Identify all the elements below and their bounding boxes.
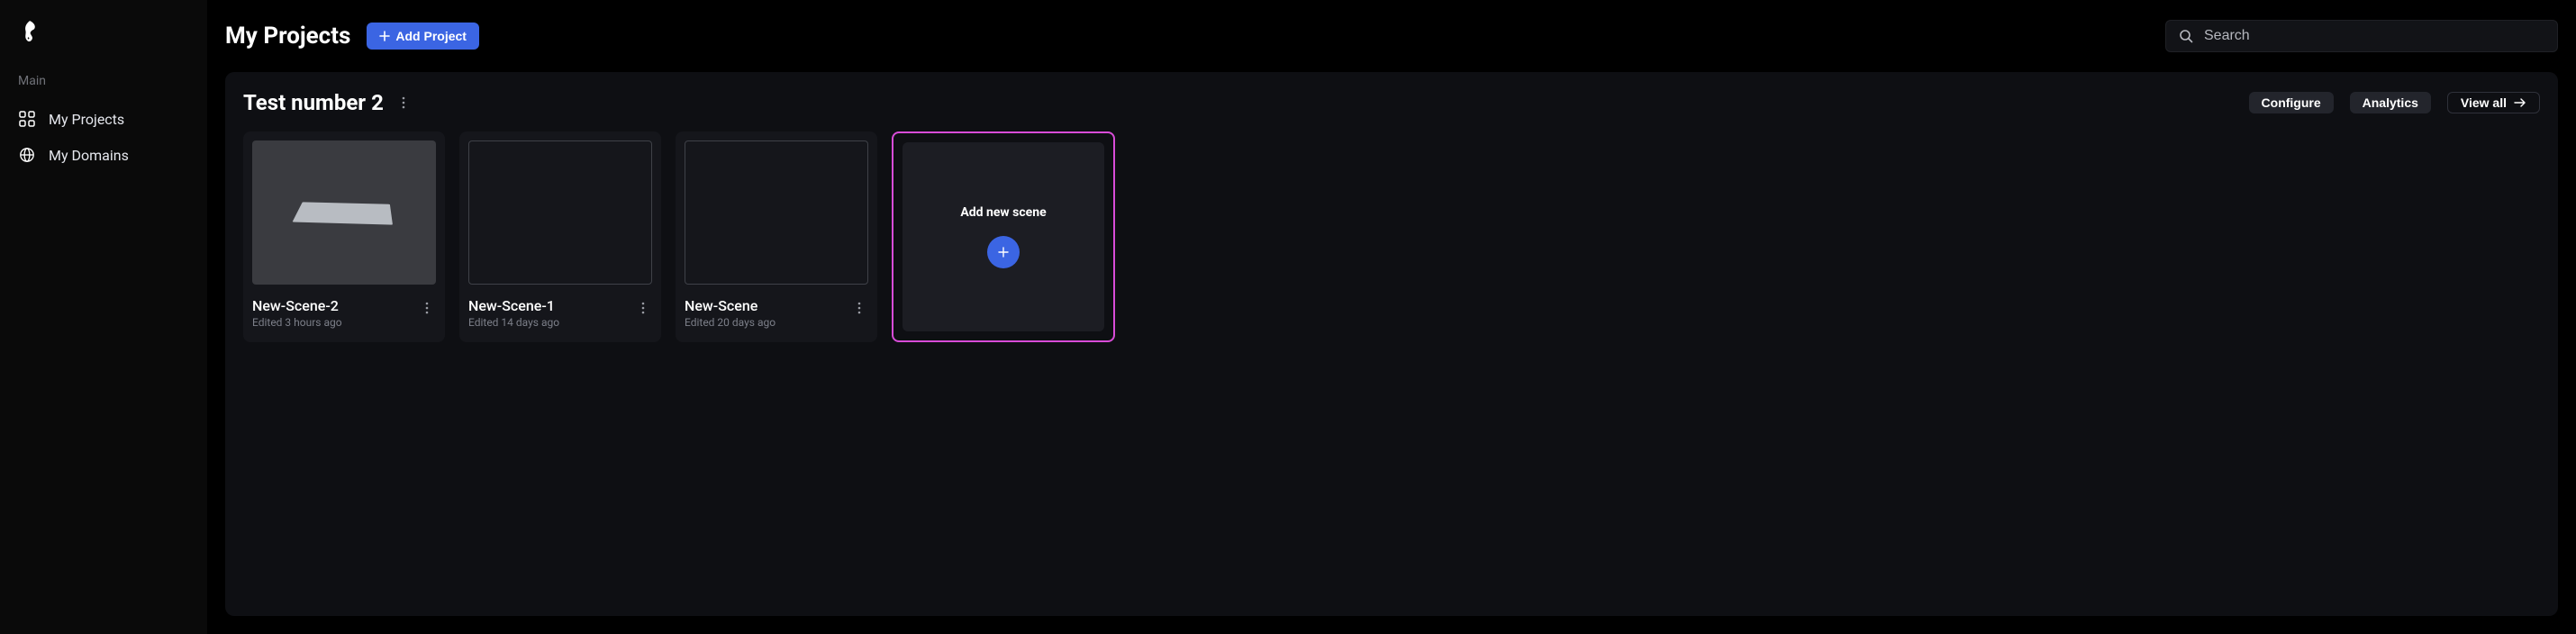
add-scene-button[interactable] — [987, 236, 1020, 268]
sidebar-item-my-domains[interactable]: My Domains — [0, 137, 207, 173]
dots-vertical-icon — [857, 302, 861, 314]
sidebar-section-label: Main — [0, 74, 207, 101]
view-all-button[interactable]: View all — [2447, 92, 2540, 113]
scene-card[interactable]: New-Scene-1 Edited 14 days ago — [459, 131, 661, 342]
scenes-row: New-Scene-2 Edited 3 hours ago New-Scene… — [243, 131, 2540, 342]
add-scene-card[interactable]: Add new scene — [892, 131, 1115, 342]
view-all-label: View all — [2461, 95, 2507, 110]
search-box[interactable] — [2165, 20, 2558, 52]
project-panel: Test number 2 Configure Analytics View a… — [225, 72, 2558, 616]
project-menu-button[interactable] — [393, 92, 414, 113]
search-input[interactable] — [2204, 28, 2544, 44]
arrow-right-icon — [2514, 98, 2526, 107]
scene-name: New-Scene-2 — [252, 297, 342, 314]
scene-card[interactable]: New-Scene Edited 20 days ago — [676, 131, 877, 342]
main-area: My Projects Add Project Test number 2 Co… — [207, 0, 2576, 634]
scene-thumbnail — [468, 140, 652, 285]
scene-edited: Edited 14 days ago — [468, 316, 559, 329]
add-scene-inner: Add new scene — [903, 142, 1104, 331]
scene-menu-button[interactable] — [850, 299, 868, 317]
plus-icon — [379, 31, 390, 41]
search-icon — [2179, 29, 2193, 43]
scene-edited: Edited 20 days ago — [685, 316, 776, 329]
add-scene-label: Add new scene — [960, 205, 1046, 220]
panel-header: Test number 2 Configure Analytics View a… — [243, 90, 2540, 115]
panel-title: Test number 2 — [243, 90, 384, 115]
scene-name: New-Scene-1 — [468, 297, 559, 314]
sidebar-item-label: My Projects — [49, 111, 124, 128]
page-title: My Projects — [225, 23, 350, 50]
plus-icon — [998, 247, 1009, 258]
add-project-button[interactable]: Add Project — [367, 23, 479, 50]
scene-edited: Edited 3 hours ago — [252, 316, 342, 329]
dots-vertical-icon — [402, 96, 405, 109]
sidebar-item-label: My Domains — [49, 147, 129, 164]
globe-icon — [18, 146, 36, 164]
dots-vertical-icon — [425, 302, 429, 314]
grid-icon — [18, 110, 36, 128]
header-bar: My Projects Add Project — [225, 18, 2558, 54]
scene-thumbnail — [252, 140, 436, 285]
scene-name: New-Scene — [685, 297, 776, 314]
add-project-label: Add Project — [395, 29, 467, 43]
scene-card[interactable]: New-Scene-2 Edited 3 hours ago — [243, 131, 445, 342]
sidebar-item-my-projects[interactable]: My Projects — [0, 101, 207, 137]
app-logo-icon — [20, 18, 40, 45]
configure-button[interactable]: Configure — [2249, 92, 2334, 113]
analytics-button[interactable]: Analytics — [2350, 92, 2431, 113]
sidebar: Main My Projects My Domains — [0, 0, 207, 634]
panel-actions: Configure Analytics View all — [2249, 92, 2540, 113]
scene-thumbnail — [685, 140, 868, 285]
logo — [0, 16, 207, 74]
scene-menu-button[interactable] — [634, 299, 652, 317]
dots-vertical-icon — [641, 302, 645, 314]
scene-menu-button[interactable] — [418, 299, 436, 317]
